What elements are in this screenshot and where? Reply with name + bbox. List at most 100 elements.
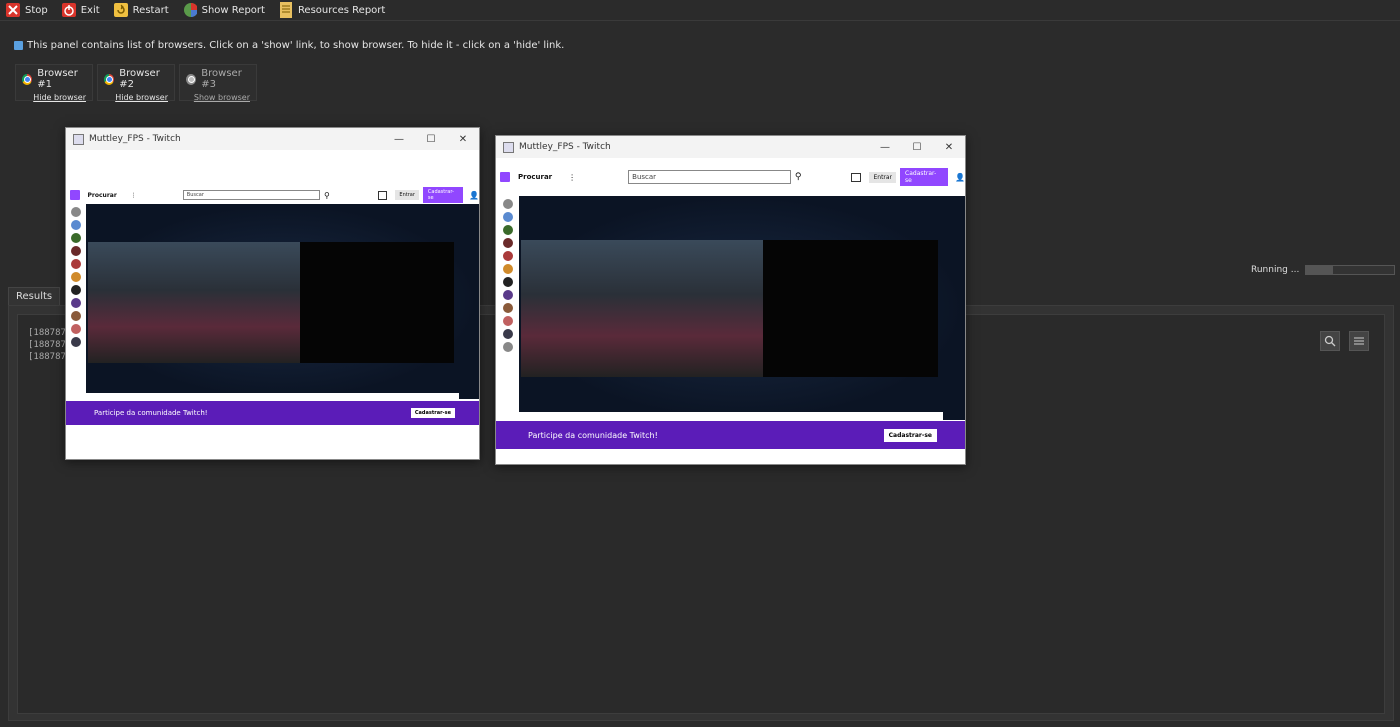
signup-button[interactable]: Cadastrar-se <box>422 187 464 203</box>
hide-browser-link[interactable]: Hide browser <box>22 93 92 102</box>
close-button[interactable]: ✕ <box>933 142 965 153</box>
resources-report-button[interactable]: Resources Report <box>273 0 393 20</box>
avatar[interactable] <box>502 264 513 274</box>
login-button[interactable]: Entrar <box>869 171 897 183</box>
browser-list: Browser #1 Hide browser Browser #2 Hide … <box>15 64 257 102</box>
window-titlebar[interactable]: Muttley_FPS - Twitch — ☐ ✕ <box>66 128 479 150</box>
avatar[interactable] <box>502 199 513 209</box>
twitch-logo-icon[interactable] <box>500 172 510 182</box>
sidebar <box>496 196 519 420</box>
app-root: Stop Exit Restart Show Report Resources … <box>0 0 1400 727</box>
maximize-button[interactable]: ☐ <box>415 134 447 145</box>
notifications-icon[interactable] <box>377 190 388 200</box>
avatar[interactable] <box>71 259 81 269</box>
window-title: Muttley_FPS - Twitch <box>89 134 181 144</box>
banner-signup-button[interactable]: Cadastrar-se <box>410 408 455 418</box>
twitch-body <box>66 204 479 399</box>
tab-results[interactable]: Results <box>8 287 61 305</box>
minimize-button[interactable]: — <box>869 142 901 153</box>
signup-banner: Participe da comunidade Twitch! Cadastra… <box>496 421 965 449</box>
avatar[interactable] <box>502 212 513 222</box>
notifications-icon[interactable] <box>851 172 862 182</box>
banner-text: Participe da comunidade Twitch! <box>94 409 208 417</box>
running-text: Running ... <box>1251 265 1300 275</box>
avatar[interactable] <box>71 324 81 334</box>
document-icon <box>279 2 293 18</box>
browser-card-1: Browser #1 Hide browser <box>15 64 93 102</box>
avatar[interactable] <box>71 207 81 217</box>
signup-button[interactable]: Cadastrar-se <box>900 168 949 186</box>
exit-button[interactable]: Exit <box>56 0 108 20</box>
power-icon <box>61 3 76 17</box>
avatar[interactable] <box>502 251 513 261</box>
twitch-header: Procurar ⋮ Buscar ⚲ Entrar Cadastrar-se … <box>496 158 965 196</box>
avatar[interactable] <box>71 220 81 230</box>
search-input[interactable]: Buscar <box>628 170 791 184</box>
avatar[interactable] <box>71 285 81 295</box>
search-button[interactable] <box>1320 331 1340 351</box>
chrome-icon <box>186 73 197 85</box>
menu-button[interactable] <box>1349 331 1369 351</box>
avatar[interactable] <box>71 311 81 321</box>
avatar[interactable] <box>502 277 513 287</box>
search-input[interactable]: Buscar <box>182 190 320 200</box>
avatar[interactable] <box>71 233 81 243</box>
video-player[interactable] <box>521 240 763 377</box>
browse-link[interactable]: Procurar <box>518 173 552 181</box>
page-spacer <box>66 150 479 186</box>
restart-button[interactable]: Restart <box>108 0 177 20</box>
show-browser-link[interactable]: Show browser <box>186 93 256 102</box>
results-tabs: Results <box>8 287 61 305</box>
avatar[interactable] <box>71 337 81 347</box>
search-icon[interactable]: ⚲ <box>324 191 330 200</box>
browser-window-2[interactable]: Muttley_FPS - Twitch — ☐ ✕ Procurar ⋮ Bu… <box>495 135 966 465</box>
window-titlebar[interactable]: Muttley_FPS - Twitch — ☐ ✕ <box>496 136 965 158</box>
browser-window-1[interactable]: Muttley_FPS - Twitch — ☐ ✕ Procurar ⋮ Bu… <box>65 127 480 460</box>
avatar[interactable] <box>502 316 513 326</box>
twitch-body <box>496 196 965 420</box>
close-button[interactable]: ✕ <box>447 134 479 145</box>
video-letterbox <box>300 242 454 363</box>
user-icon[interactable]: 👤 <box>469 191 479 200</box>
minimize-button[interactable]: — <box>383 134 415 145</box>
video-player[interactable] <box>88 242 300 363</box>
avatar[interactable] <box>71 298 81 308</box>
browse-link[interactable]: Procurar <box>88 192 117 199</box>
menu-icon <box>1354 337 1364 345</box>
window-title: Muttley_FPS - Twitch <box>519 142 611 152</box>
avatar[interactable] <box>502 290 513 300</box>
avatar[interactable] <box>502 329 513 339</box>
show-report-button[interactable]: Show Report <box>177 0 273 20</box>
avatar[interactable] <box>502 342 513 352</box>
browser-card-label: Browser #1 <box>37 68 78 90</box>
content-strip <box>86 393 459 399</box>
info-text: This panel contains list of browsers. Cl… <box>27 40 565 51</box>
user-icon[interactable]: 👤 <box>955 173 965 182</box>
more-icon[interactable]: ⋮ <box>568 173 576 182</box>
video-letterbox <box>763 240 938 377</box>
stop-button[interactable]: Stop <box>0 0 56 20</box>
video-stage <box>519 196 965 420</box>
info-message: This panel contains list of browsers. Cl… <box>14 40 564 51</box>
twitch-logo-icon[interactable] <box>70 190 80 200</box>
more-icon[interactable]: ⋮ <box>131 192 137 199</box>
avatar[interactable] <box>71 246 81 256</box>
video-stage <box>86 204 479 399</box>
browser-card-label: Browser #3 <box>201 68 242 90</box>
avatar[interactable] <box>502 238 513 248</box>
hide-browser-link[interactable]: Hide browser <box>104 93 174 102</box>
banner-signup-button[interactable]: Cadastrar-se <box>883 428 937 442</box>
avatar[interactable] <box>502 225 513 235</box>
avatar[interactable] <box>502 303 513 313</box>
maximize-button[interactable]: ☐ <box>901 142 933 153</box>
login-button[interactable]: Entrar <box>395 190 419 200</box>
stop-icon <box>6 3 20 17</box>
progress-bar <box>1305 265 1396 275</box>
sidebar <box>66 204 86 399</box>
search-icon[interactable]: ⚲ <box>795 172 802 182</box>
twitch-header: Procurar ⋮ Buscar ⚲ Entrar Cadastrar-se … <box>66 186 479 204</box>
window-app-icon <box>503 141 514 153</box>
info-icon <box>14 41 23 50</box>
content-strip <box>519 412 943 420</box>
avatar[interactable] <box>71 272 81 282</box>
